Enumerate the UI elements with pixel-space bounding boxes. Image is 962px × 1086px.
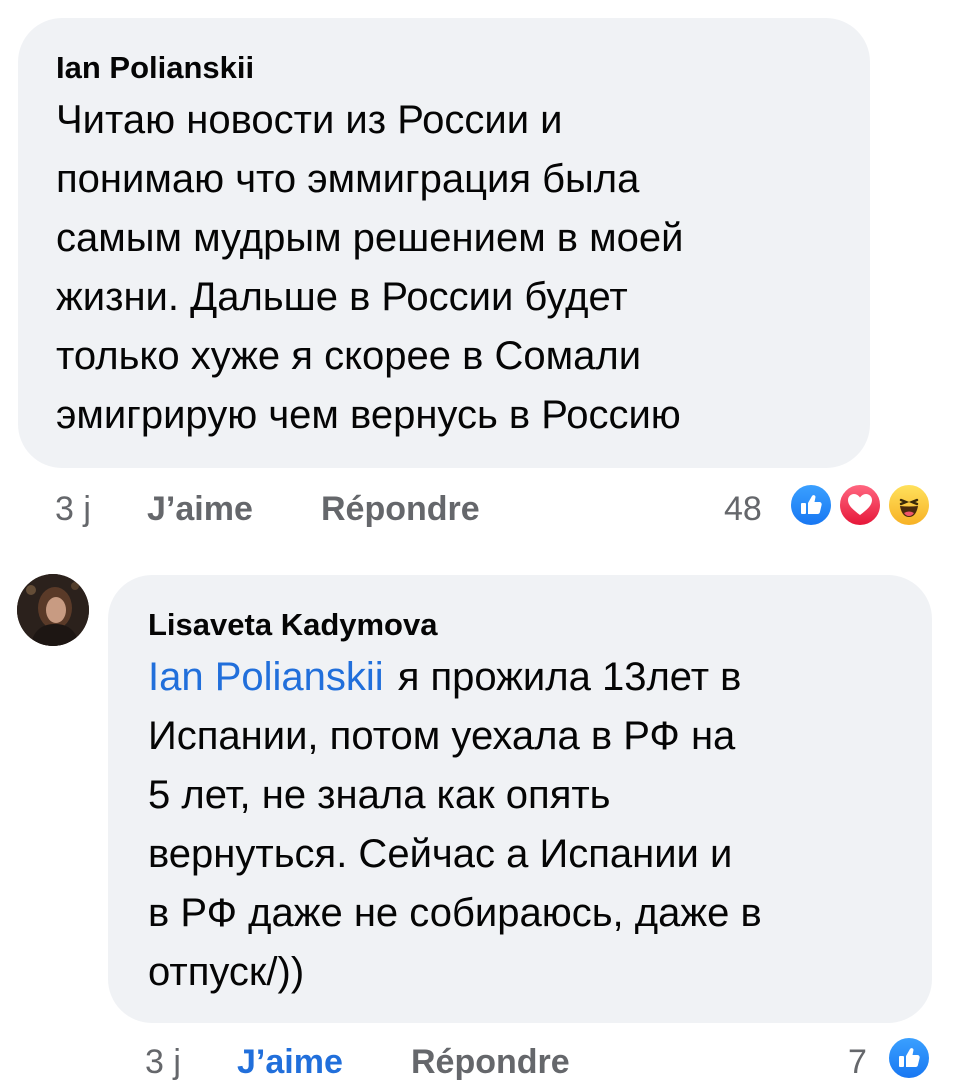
like-icon [886,1035,932,1081]
comment-bubble: Ian Polianskii Читаю новости из России и… [18,18,870,468]
comment-text: Читаю новости из России и понимаю что эм… [56,98,684,437]
love-icon [837,482,883,528]
haha-icon [886,482,932,528]
mention-link[interactable]: Ian Polianskii [148,655,384,699]
reaction-count[interactable]: 7 [848,1042,867,1082]
avatar[interactable] [17,574,89,646]
reaction-count[interactable]: 48 [724,489,762,529]
reply-author[interactable]: Lisaveta Kadymova [148,605,894,645]
like-button[interactable]: J’aime [147,489,253,529]
like-icon [788,482,834,528]
reply-text-body: я прожила 13лет в Испании, потом уехала … [148,655,762,994]
reply-text: Ian Polianskii я прожила 13лет в Испании,… [148,648,894,1002]
reply-timestamp[interactable]: 3 j [145,1042,181,1082]
comment-timestamp[interactable]: 3 j [55,489,91,529]
reply-button[interactable]: Répondre [321,489,480,529]
comment-author[interactable]: Ian Polianskii [56,48,832,88]
reply-bubble: Lisaveta Kadymova Ian Polianskii я прожил… [108,575,932,1023]
reply-button[interactable]: Répondre [411,1042,570,1082]
like-button[interactable]: J’aime [237,1042,343,1082]
